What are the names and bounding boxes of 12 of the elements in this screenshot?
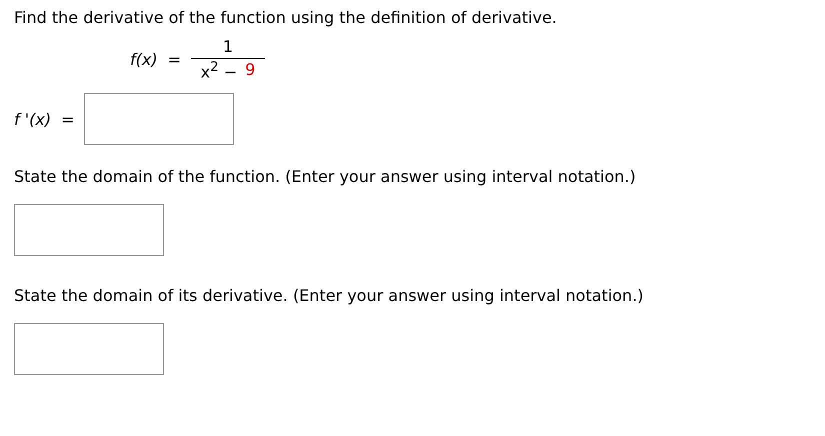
function-name: f(x): [130, 50, 158, 69]
denominator: x$^{2}$ − 9: [200, 59, 256, 82]
equals-sign: =: [168, 50, 181, 69]
question-text: State the domain of its derivative. (Enter your answer using interval notation.): [14, 286, 645, 306]
answer-box[interactable]: [14, 204, 164, 256]
answer-box[interactable]: [14, 323, 164, 376]
derivative-label: f '(x): [14, 110, 52, 129]
equals-sign: =: [61, 110, 74, 129]
question-text: State the domain of the function. (Enter your answer using interval notation.): [14, 167, 637, 186]
instruction-text: Find the derivative of the function using the definition of derivative.: [14, 8, 558, 27]
numerator: 1: [191, 37, 265, 59]
answer-box[interactable]: [84, 93, 234, 146]
